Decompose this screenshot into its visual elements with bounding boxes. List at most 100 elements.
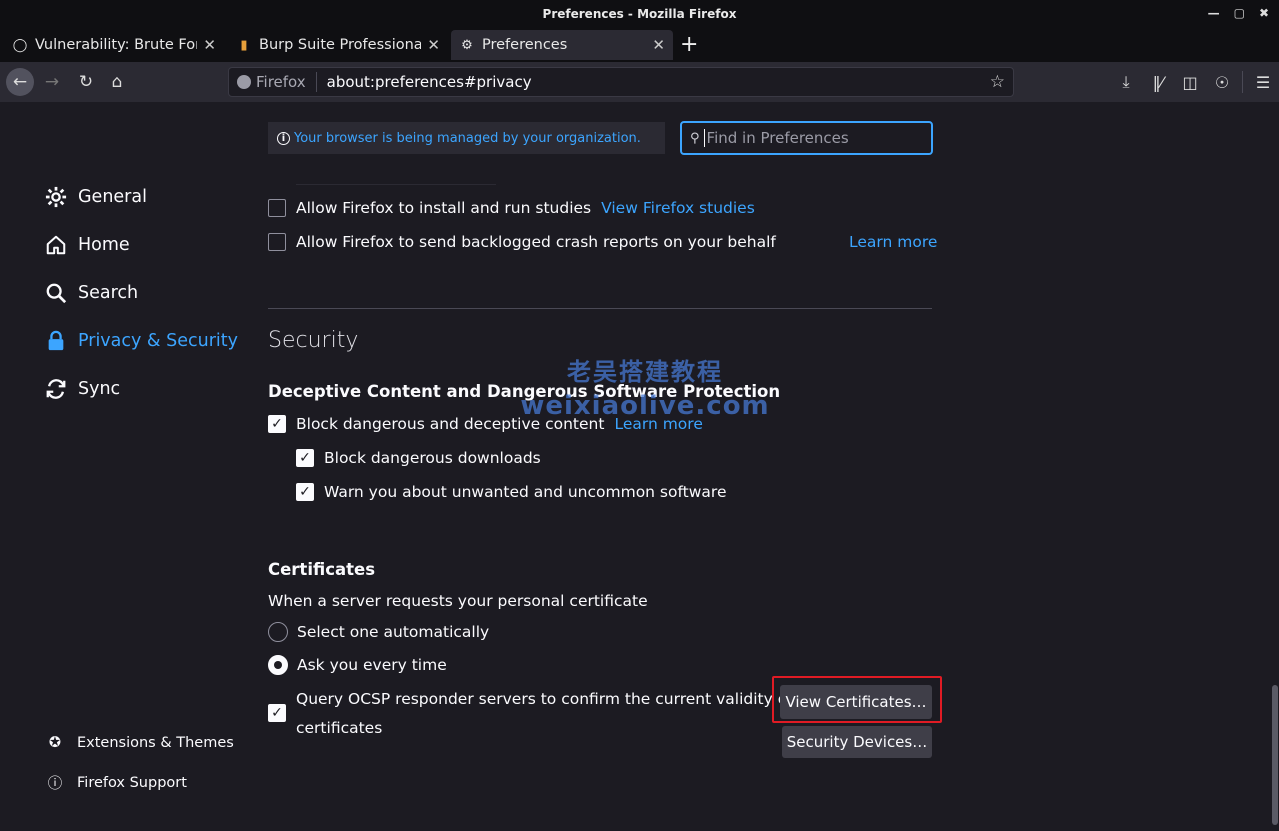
close-tab-icon[interactable]: ✕: [427, 36, 440, 54]
preferences-sidebar: General Home Search Privacy & Security S…: [0, 102, 240, 831]
window-controls: — ▢ ✖: [1208, 6, 1269, 20]
tab-preferences[interactable]: ⚙ Preferences ✕: [451, 30, 673, 60]
category-label: General: [78, 187, 147, 207]
view-studies-link[interactable]: View Firefox studies: [601, 199, 755, 217]
category-general[interactable]: General: [44, 185, 147, 209]
studies-checkbox[interactable]: [268, 199, 286, 217]
crash-reports-label[interactable]: Allow Firefox to send backlogged crash r…: [296, 233, 776, 251]
policies-banner[interactable]: i Your browser is being managed by your …: [268, 122, 665, 154]
block-downloads-label[interactable]: Block dangerous downloads: [324, 449, 541, 467]
ask-every-time-label[interactable]: Ask you every time: [297, 656, 447, 674]
block-downloads-row: ✓ Block dangerous downloads: [296, 449, 541, 467]
block-deceptive-checkbox[interactable]: ✓: [268, 415, 286, 433]
crash-learn-more-link[interactable]: Learn more: [849, 233, 937, 251]
info-icon: i: [277, 131, 290, 145]
category-search[interactable]: Search: [44, 281, 138, 305]
certificates-heading: Certificates: [268, 560, 376, 579]
close-tab-icon[interactable]: ✕: [652, 36, 665, 54]
toolbar-icons: ⤓ ‖⁄ ◫ ☉ ☰: [1110, 62, 1279, 102]
bookmark-star-icon[interactable]: ☆: [990, 72, 1005, 92]
category-home[interactable]: Home: [44, 233, 130, 257]
firefox-support-link[interactable]: ⓘ Firefox Support: [46, 772, 187, 793]
tab-label: Burp Suite Professional: [259, 37, 422, 53]
footer-label: Firefox Support: [77, 774, 187, 791]
tab-burp[interactable]: ▮ Burp Suite Professional ✕: [228, 30, 448, 60]
extensions-themes-link[interactable]: ✪ Extensions & Themes: [46, 735, 234, 751]
category-sync[interactable]: Sync: [44, 377, 120, 401]
highlight-box: [772, 676, 942, 723]
deceptive-learn-more-link[interactable]: Learn more: [614, 415, 702, 433]
footer-label: Extensions & Themes: [77, 735, 234, 751]
ocsp-label-line1[interactable]: Query OCSP responder servers to confirm …: [296, 690, 793, 708]
url-text[interactable]: about:preferences#privacy: [317, 73, 532, 91]
download-icon[interactable]: ⤓: [1110, 72, 1142, 92]
close-tab-icon[interactable]: ✕: [203, 36, 216, 54]
search-icon: ⚲: [690, 130, 700, 146]
account-icon[interactable]: ☉: [1206, 73, 1238, 92]
warn-unwanted-row: ✓ Warn you about unwanted and uncommon s…: [296, 483, 727, 501]
reload-icon[interactable]: ↻: [72, 68, 100, 96]
select-automatically-radio[interactable]: [268, 622, 288, 642]
block-deceptive-row: ✓ Block dangerous and deceptive content …: [268, 415, 703, 433]
help-icon: ⓘ: [47, 776, 63, 792]
library-icon[interactable]: ‖⁄: [1142, 73, 1174, 92]
policies-banner-text[interactable]: Your browser is being managed by your or…: [294, 131, 641, 146]
toolbar-separator: [1242, 71, 1243, 93]
sync-icon: [44, 377, 68, 401]
category-label: Search: [78, 283, 139, 303]
ask-every-time-row: Ask you every time: [268, 655, 447, 675]
forward-arrow-icon[interactable]: →: [38, 68, 66, 96]
ocsp-row: ✓: [268, 704, 296, 722]
burp-icon: ▮: [240, 37, 248, 53]
tab-strip: ◯ Vulnerability: Brute Force ✕ ▮ Burp Su…: [0, 28, 1279, 62]
crash-reports-row: Allow Firefox to send backlogged crash r…: [268, 233, 776, 251]
home-icon[interactable]: ⌂: [103, 68, 131, 96]
minimize-icon[interactable]: —: [1208, 6, 1220, 20]
ask-every-time-radio[interactable]: [268, 655, 288, 675]
studies-label[interactable]: Allow Firefox to install and run studies: [296, 199, 591, 217]
maximize-icon[interactable]: ▢: [1234, 6, 1245, 20]
home-icon: [44, 233, 68, 257]
dvwa-icon: ◯: [12, 37, 28, 53]
sidebar-icon[interactable]: ◫: [1174, 73, 1206, 92]
menu-icon[interactable]: ☰: [1247, 73, 1279, 92]
tab-vulnerability[interactable]: ◯ Vulnerability: Brute Force ✕: [4, 30, 224, 60]
warn-unwanted-label[interactable]: Warn you about unwanted and uncommon sof…: [324, 483, 727, 501]
window-titlebar: Preferences - Mozilla Firefox — ▢ ✖: [0, 0, 1279, 28]
cut-off-row: [296, 178, 496, 185]
search-box[interactable]: ⚲: [680, 121, 933, 155]
puzzle-icon: ✪: [48, 735, 62, 751]
category-label: Home: [78, 235, 130, 255]
scrollbar-thumb[interactable]: [1272, 685, 1278, 825]
navigation-toolbar: ← → ↻ ⌂ Firefox about:preferences#privac…: [0, 62, 1279, 102]
ocsp-label-line2[interactable]: certificates: [296, 719, 382, 737]
deceptive-content-heading: Deceptive Content and Dangerous Software…: [268, 382, 781, 401]
category-label: Sync: [78, 379, 121, 399]
block-deceptive-label[interactable]: Block dangerous and deceptive content: [296, 415, 604, 433]
gear-icon: [44, 185, 68, 209]
tab-label: Vulnerability: Brute Force: [35, 37, 197, 53]
block-downloads-checkbox[interactable]: ✓: [296, 449, 314, 467]
close-window-icon[interactable]: ✖: [1259, 6, 1269, 20]
category-label: Privacy & Security: [78, 331, 238, 351]
section-divider: [268, 308, 932, 309]
lock-icon: [44, 329, 68, 353]
studies-row: Allow Firefox to install and run studies…: [268, 199, 755, 217]
category-privacy-security[interactable]: Privacy & Security: [44, 329, 238, 353]
warn-unwanted-checkbox[interactable]: ✓: [296, 483, 314, 501]
certificates-description: When a server requests your personal cer…: [268, 592, 648, 610]
crash-reports-checkbox[interactable]: [268, 233, 286, 251]
identity-box[interactable]: Firefox: [229, 72, 317, 92]
new-tab-icon[interactable]: +: [680, 32, 698, 57]
select-automatically-label[interactable]: Select one automatically: [297, 623, 489, 641]
security-devices-button[interactable]: Security Devices…: [782, 726, 932, 758]
back-arrow-icon[interactable]: ←: [6, 68, 34, 96]
search-icon: [44, 281, 68, 305]
window-title: Preferences - Mozilla Firefox: [542, 7, 737, 21]
url-bar[interactable]: Firefox about:preferences#privacy ☆: [228, 67, 1014, 97]
ocsp-checkbox[interactable]: ✓: [268, 704, 286, 722]
tab-label: Preferences: [482, 37, 568, 53]
security-heading: Security: [268, 328, 359, 353]
find-in-preferences-input[interactable]: [703, 129, 917, 147]
firefox-logo-icon: [237, 75, 251, 89]
